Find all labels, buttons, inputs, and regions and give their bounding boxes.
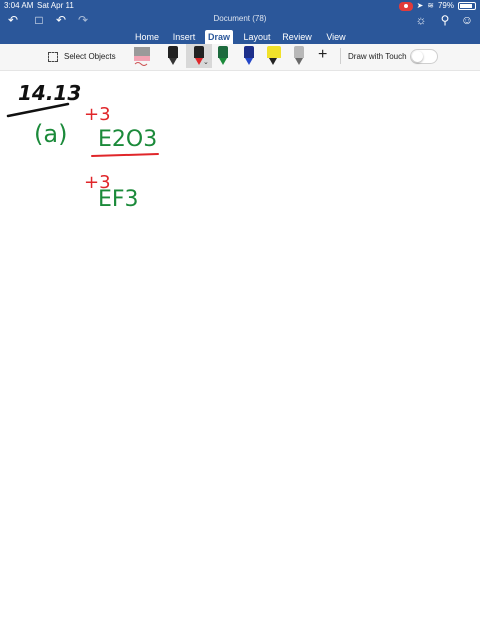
pen-blue-icon (244, 46, 254, 58)
wifi-icon: ≋ (427, 1, 434, 10)
pencil-tool[interactable] (292, 46, 306, 66)
eraser-tool[interactable] (132, 46, 152, 66)
pen-black-tool[interactable] (166, 46, 180, 66)
tab-draw[interactable]: Draw (205, 30, 233, 44)
document-canvas[interactable]: 14.13 (a) +3 E2O3 +3 EF3 (0, 70, 480, 640)
add-person-icon[interactable]: ☺ (458, 12, 476, 28)
ink-heading: 14.13 (6, 81, 81, 118)
pen-red-icon (194, 46, 204, 58)
formula-underline (91, 153, 159, 157)
battery-icon (458, 2, 476, 10)
document-title: Document (78) (213, 14, 267, 23)
toolbar-divider (340, 48, 341, 64)
pencil-tip (295, 58, 303, 65)
battery-percent: 79% (437, 1, 454, 10)
status-time: 3:04 AM (4, 1, 34, 10)
status-right: ➤ ≋ 79% (398, 0, 476, 12)
tab-insert[interactable]: Insert (168, 30, 200, 44)
pen-blue-tool[interactable] (242, 46, 256, 66)
location-icon: ➤ (416, 1, 424, 10)
lightbulb-icon[interactable]: ☼ (412, 12, 430, 28)
heading-underline (6, 102, 70, 118)
part-label: (a) (34, 120, 67, 148)
pen-tip (169, 58, 177, 65)
status-date: Sat Apr 11 (37, 1, 74, 10)
formula-1: E2O3 (98, 127, 157, 152)
ribbon-header: 3:04 AM Sat Apr 11 ➤ ≋ 79% ↶ □ ↶ ↷ Docum… (0, 0, 480, 44)
pen-green-icon (218, 46, 228, 58)
draw-with-touch-label: Draw with Touch (348, 52, 407, 61)
add-pen-icon[interactable]: + (318, 47, 327, 63)
tab-review[interactable]: Review (280, 30, 314, 44)
eraser-icon (134, 47, 150, 66)
tab-layout[interactable]: Layout (240, 30, 274, 44)
highlighter-tool[interactable] (266, 46, 284, 66)
pen-tip (219, 58, 227, 65)
tab-home[interactable]: Home (130, 30, 164, 44)
ink-heading-text: 14.13 (18, 81, 81, 105)
formula-2: EF3 (98, 187, 139, 212)
chevron-down-icon[interactable]: ⌄ (203, 58, 209, 66)
pen-tip (245, 58, 253, 65)
pen-green-tool[interactable] (216, 46, 230, 66)
screen-record-icon (398, 1, 413, 11)
tab-view[interactable]: View (322, 30, 350, 44)
pen-black-icon (168, 46, 178, 58)
draw-with-touch-toggle[interactable] (410, 49, 438, 64)
select-objects-icon[interactable] (48, 52, 58, 62)
select-objects-button[interactable]: Select Objects (64, 52, 116, 61)
highlighter-tip (269, 58, 277, 65)
tab-bar: Home Insert Draw Layout Review View (0, 30, 480, 44)
battery-fill (460, 4, 472, 8)
search-icon[interactable]: ⚲ (436, 12, 454, 28)
toggle-knob (412, 51, 423, 62)
ink-layer: 14.13 (a) +3 E2O3 +3 EF3 (6, 81, 159, 212)
status-bar: 3:04 AM Sat Apr 11 ➤ ≋ 79% (0, 0, 480, 12)
charge-1: +3 (84, 104, 111, 125)
pen-tip (195, 58, 203, 65)
pencil-icon (294, 46, 304, 58)
highlighter-icon (267, 46, 281, 58)
